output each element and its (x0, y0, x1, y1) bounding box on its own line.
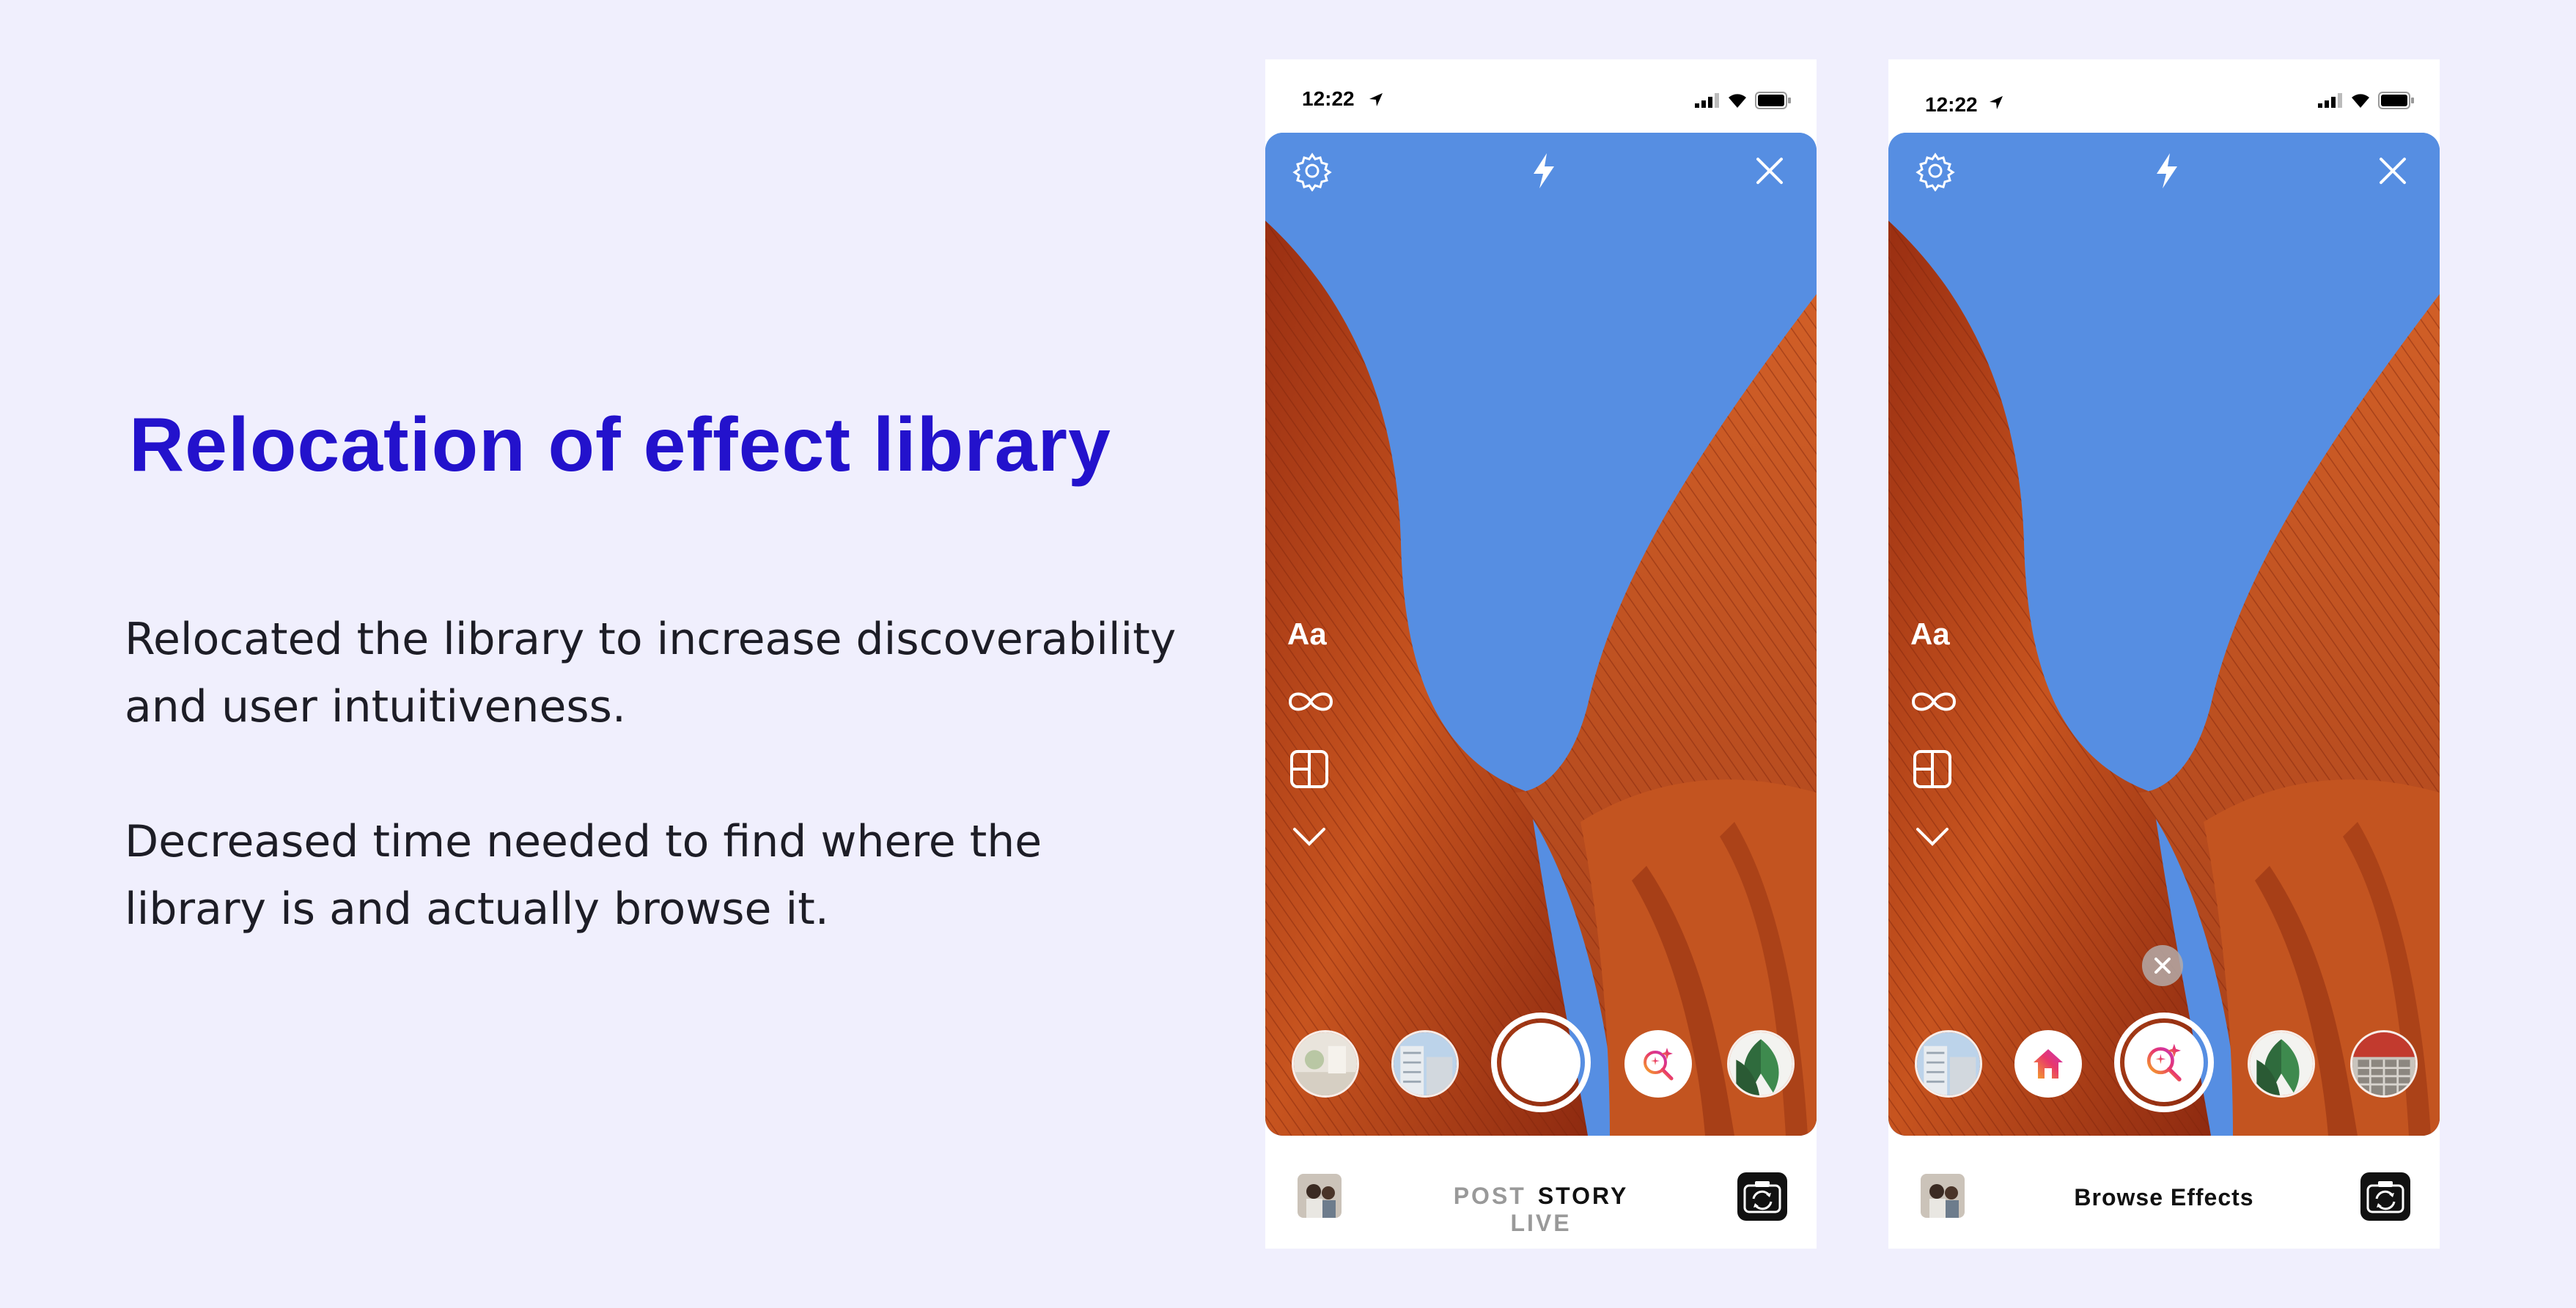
battery-icon (2378, 92, 2414, 109)
browse-effects-label[interactable]: Browse Effects (2006, 1184, 2322, 1211)
effect-thumbnail[interactable] (2350, 1030, 2418, 1098)
gear-icon[interactable] (1915, 150, 1956, 191)
mode-story[interactable]: STORY (1538, 1183, 1628, 1210)
flip-camera-button[interactable] (1737, 1172, 1787, 1221)
close-icon[interactable] (2372, 150, 2413, 191)
status-time: 12:22 (1302, 87, 1355, 110)
gear-icon[interactable] (1292, 150, 1333, 191)
mode-bar: POST STORYLIVE (1265, 1136, 1817, 1249)
chevron-down-icon[interactable] (1913, 823, 1951, 850)
effect-thumbnail[interactable] (1727, 1030, 1795, 1098)
flash-icon[interactable] (2146, 150, 2187, 191)
mode-live[interactable]: LIVE (1510, 1210, 1571, 1237)
effect-thumbnail[interactable] (1915, 1030, 1982, 1098)
description-paragraph-2: Decreased time needed to find where the … (125, 816, 1042, 935)
phone-before: 12:22 Aa POST STORYLIVE (1265, 59, 1817, 1249)
layout-icon[interactable] (1912, 749, 1953, 790)
camera-flip-icon (1743, 1181, 1781, 1213)
close-icon (2154, 958, 2171, 974)
sparkle-search-icon (1644, 1048, 1674, 1081)
wifi-icon (2352, 94, 2369, 108)
camera-flip-icon (2366, 1181, 2404, 1213)
location-arrow-icon (1369, 93, 1383, 106)
layout-icon[interactable] (1289, 749, 1330, 790)
signal-icon (1695, 93, 1719, 108)
text-tool[interactable]: Aa (1910, 617, 1950, 652)
chevron-down-icon[interactable] (1290, 823, 1328, 850)
browse-effects-capture-button[interactable] (2114, 1013, 2214, 1112)
gallery-thumbnail[interactable] (1298, 1174, 1342, 1218)
background-photo (1265, 133, 1817, 1136)
browse-bar: Browse Effects (1888, 1136, 2440, 1249)
description-paragraph-1: Relocated the library to increase discov… (125, 614, 1177, 732)
effect-library-button[interactable] (1624, 1030, 1692, 1098)
flip-camera-button[interactable] (2360, 1172, 2410, 1221)
slide-title: Relocation of effect library (129, 403, 1111, 488)
capture-mode-selector: POST STORYLIVE (1412, 1183, 1670, 1237)
effect-thumbnail[interactable] (1292, 1030, 1359, 1098)
camera-viewfinder[interactable]: Aa (1888, 133, 2440, 1136)
location-arrow-icon (1990, 96, 2003, 109)
gallery-thumbnail[interactable] (1921, 1174, 1965, 1218)
effects-carousel (1888, 1013, 2440, 1115)
close-icon[interactable] (1749, 150, 1790, 191)
effect-thumbnail[interactable] (2014, 1030, 2082, 1098)
wifi-icon (1729, 94, 1746, 108)
capture-button[interactable] (1491, 1013, 1591, 1112)
status-bar: 12:22 (1888, 59, 2440, 133)
effect-thumbnail[interactable] (1391, 1030, 1459, 1098)
dismiss-effect-button[interactable] (2142, 945, 2183, 986)
battery-icon (1755, 92, 1791, 109)
effect-thumbnail[interactable] (2248, 1030, 2315, 1098)
signal-icon (2318, 93, 2342, 108)
status-bar: 12:22 (1265, 59, 1817, 133)
camera-viewfinder[interactable]: Aa (1265, 133, 1817, 1136)
home-icon (2034, 1049, 2063, 1079)
sparkle-search-icon (2146, 1043, 2182, 1081)
flash-icon[interactable] (1523, 150, 1564, 191)
phone-after: 12:22 Aa Browse Effects (1888, 59, 2440, 1249)
infinity-icon[interactable] (1909, 687, 1959, 716)
text-tool[interactable]: Aa (1287, 617, 1327, 652)
mode-post[interactable]: POST (1454, 1183, 1526, 1210)
effects-carousel (1265, 1013, 1817, 1115)
status-time: 12:22 (1925, 93, 1978, 116)
infinity-icon[interactable] (1286, 687, 1336, 716)
